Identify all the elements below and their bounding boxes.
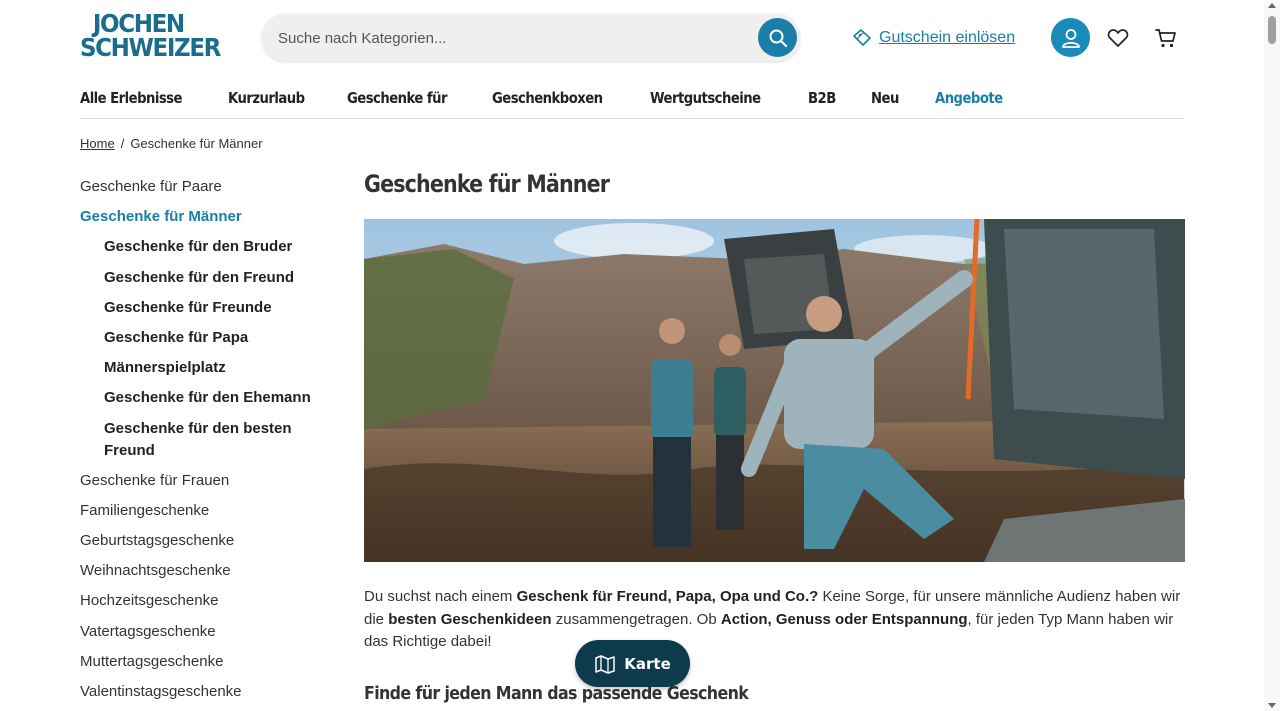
nav-value-vouchers[interactable]: Wertgutscheine [650,84,761,118]
sidebar-item[interactable]: Muttertagsgeschenke [80,651,340,673]
page-title: Geschenke für Männer [364,170,610,198]
search-button[interactable] [758,18,797,57]
breadcrumb-separator: / [120,136,125,151]
user-icon [1061,28,1080,48]
intro-text-3: zusammengetragen. Ob [551,610,721,628]
nav-gifts-for[interactable]: Geschenke für [347,84,448,118]
sidebar-item[interactable]: Hochzeitsgeschenke [80,590,340,612]
page-scrollbar[interactable] [1264,0,1280,711]
heart-icon [1107,29,1129,47]
ticket-icon [853,29,871,46]
logo-line-2: SCHWEIZER [80,33,221,62]
map-button[interactable]: Karte [575,640,690,687]
intro-bold-3: Action, Genuss oder Entspannung [720,610,968,628]
nav-all-experiences[interactable]: Alle Erlebnisse [80,84,182,118]
cart-icon [1155,29,1176,48]
scroll-thumb[interactable] [1268,16,1276,44]
sidebar-subitem[interactable]: Geschenke für den Bruder [80,236,340,258]
category-sidebar: Geschenke für Paare Geschenke für Männer G… [80,176,340,711]
sidebar-item[interactable]: Geschenke für Frauen [80,470,340,492]
site-header: JOCHEN SCHWEIZER Gutschein einlösen [0,0,1280,78]
sidebar-item[interactable]: Geschenke für Paare [80,176,340,198]
sidebar-item[interactable]: Vatertagsgeschenke [80,621,340,643]
voucher-link[interactable]: Gutschein einlösen [851,27,1015,49]
section-heading: Finde für jeden Mann das passende Gesche… [364,683,749,704]
nav-new[interactable]: Neu [871,84,899,118]
sidebar-item[interactable]: Valentinstagsgeschenke [80,681,340,703]
breadcrumb-current: Geschenke für Männer [130,136,263,151]
account-button[interactable] [1051,18,1090,57]
intro-text: Du suchst nach einem Geschenk für Freund… [364,586,1184,654]
sidebar-item[interactable]: Familiengeschenke [80,500,340,522]
hero-image [364,219,1185,562]
main-nav: Alle Erlebnisse Kurzurlaub Geschenke für Ge… [80,84,1184,119]
search-icon [769,29,787,47]
sidebar-subitem[interactable]: Geschenke für den Freund [80,267,340,289]
map-icon [595,654,615,674]
sidebar-subitem[interactable]: Geschenke für Freunde [80,297,340,319]
cart-button[interactable] [1153,25,1179,51]
breadcrumb: Home / Geschenke für Männer [80,136,263,151]
scroll-up-arrow[interactable] [1268,3,1276,8]
sidebar-subitem[interactable]: Männerspielplatz [80,357,340,379]
search-bar [262,14,800,61]
sidebar-subitem[interactable]: Geschenke für den Ehemann [80,387,340,409]
wishlist-button[interactable] [1106,26,1130,50]
sidebar-subitem[interactable]: Geschenke für den besten Freund [80,418,340,462]
voucher-label: Gutschein einlösen [879,29,1016,46]
intro-bold-2: besten Geschenkideen [388,610,552,628]
scroll-down-arrow[interactable] [1268,703,1276,708]
sidebar-item[interactable]: Geschenke für Männer [80,206,340,228]
nav-offers[interactable]: Angebote [935,84,1003,118]
sidebar-subitem[interactable]: Geschenke für Papa [80,327,340,349]
breadcrumb-home[interactable]: Home [80,136,115,151]
nav-short-trips[interactable]: Kurzurlaub [228,84,305,118]
brand-logo[interactable]: JOCHEN SCHWEIZER [80,11,221,64]
intro-bold-1: Geschenk für Freund, Papa, Opa und Co.? [516,588,819,605]
search-input[interactable] [278,27,748,49]
sidebar-item[interactable]: Geburtstagsgeschenke [80,530,340,552]
map-button-label: Karte [624,654,671,673]
sidebar-item[interactable]: Weihnachtsgeschenke [80,560,340,582]
nav-b2b[interactable]: B2B [808,84,836,118]
nav-gift-boxes[interactable]: Geschenkboxen [492,84,603,118]
intro-text-1: Du suchst nach einem [364,588,517,605]
